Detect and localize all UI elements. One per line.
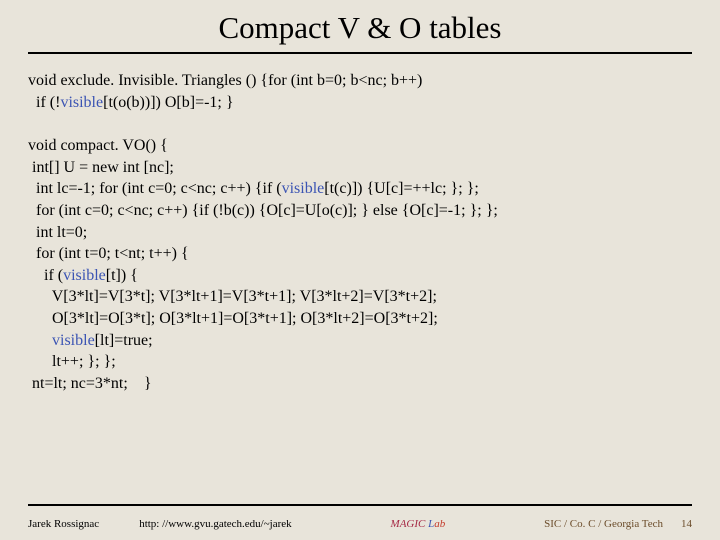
code-line: int lc=-1; for (int c=0; c<nc; c++) {if … [28,178,692,200]
footer: Jarek Rossignac http: //www.gvu.gatech.e… [28,518,692,530]
keyword-visible: visible [60,94,103,111]
code-line: int lt=0; [28,222,692,244]
code-line: lt++; }; }; [28,351,692,373]
title-divider [28,52,692,54]
slide-title: Compact V & O tables [28,10,692,46]
code-line: for (int t=0; t<nt; t++) { [28,243,692,265]
footer-affiliation: SIC / Co. C / Georgia Tech [544,518,663,530]
code-line: void exclude. Invisible. Triangles () {f… [28,70,692,92]
footer-divider [28,504,692,506]
code-line: for (int c=0; c<nc; c++) {if (!b(c)) {O[… [28,200,692,222]
code-block-2: void compact. VO() { int[] U = new int [… [28,135,692,394]
code-line: nt=lt; nc=3*nt; } [28,373,692,395]
code-line: if (visible[t]) { [28,265,692,287]
code-line: V[3*lt]=V[3*t]; V[3*lt+1]=V[3*t+1]; V[3*… [28,286,692,308]
keyword-visible: visible [282,180,325,197]
code-line: void compact. VO() { [28,135,692,157]
footer-url: http: //www.gvu.gatech.edu/~jarek [139,518,291,530]
footer-author: Jarek Rossignac [28,518,99,530]
code-line: visible[lt]=true; [28,330,692,352]
code-block-1: void exclude. Invisible. Triangles () {f… [28,70,692,113]
code-line: if (!visible[t(o(b))]) O[b]=-1; } [28,92,692,114]
keyword-visible: visible [63,267,106,284]
footer-page-number: 14 [681,518,692,530]
footer-magic-lab: MAGIC Lab [292,518,544,530]
keyword-visible: visible [52,332,95,349]
code-line: O[3*lt]=O[3*t]; O[3*lt+1]=O[3*t+1]; O[3*… [28,308,692,330]
slide: Compact V & O tables void exclude. Invis… [0,0,720,540]
code-line: int[] U = new int [nc]; [28,157,692,179]
